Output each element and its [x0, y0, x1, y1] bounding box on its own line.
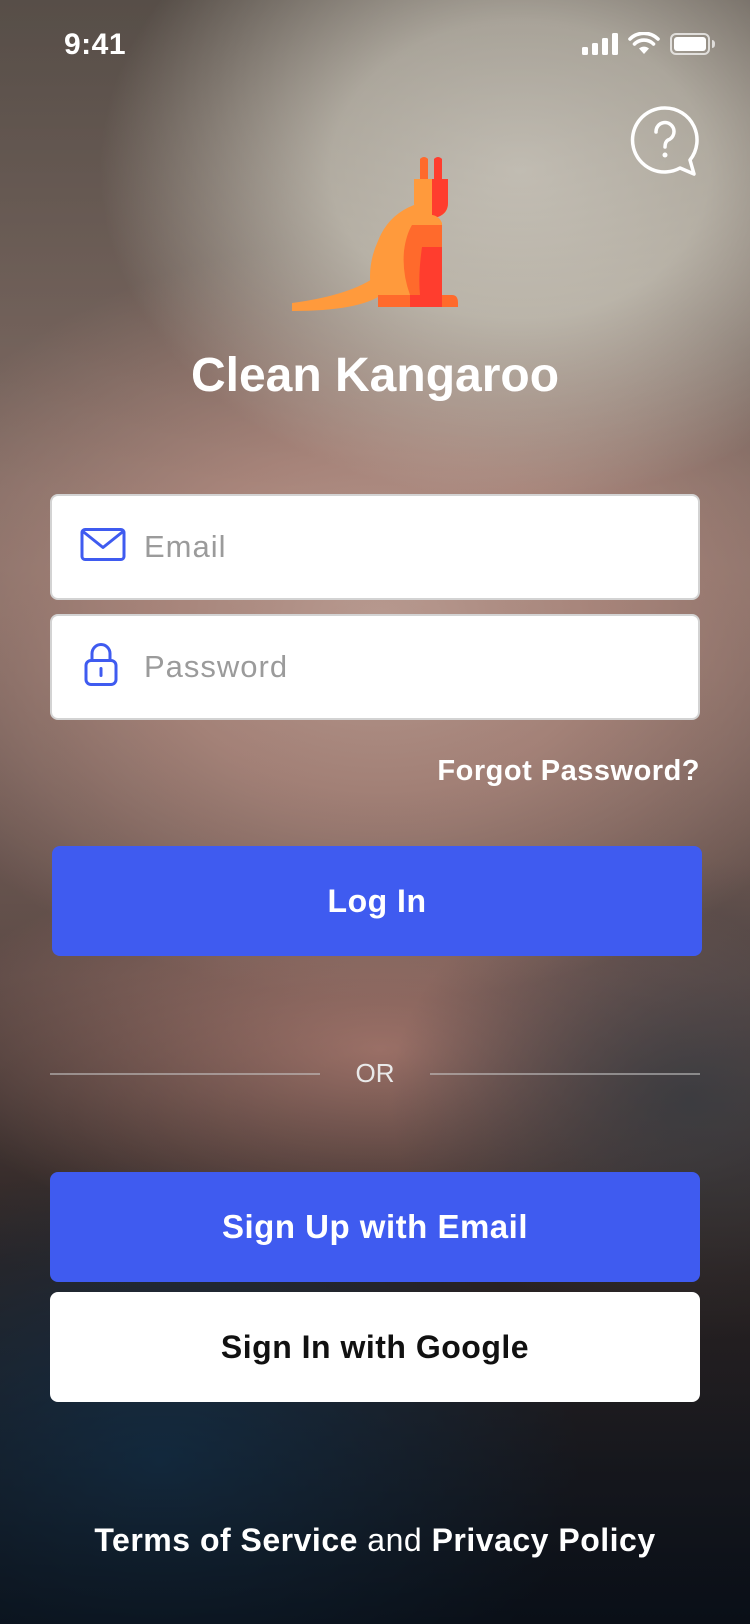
email-field[interactable] — [50, 494, 700, 600]
legal-and-text: and — [367, 1522, 432, 1558]
app-title: Clean Kangaroo — [190, 349, 560, 402]
email-input[interactable] — [144, 496, 678, 598]
google-signin-button[interactable]: Sign In with Google — [50, 1292, 700, 1402]
forgot-password-link[interactable]: Forgot Password? — [437, 755, 700, 788]
signup-email-button[interactable]: Sign Up with Email — [50, 1172, 700, 1282]
signal-icon — [582, 33, 618, 55]
kangaroo-logo — [292, 155, 458, 323]
lock-icon — [84, 643, 118, 692]
legal-links: Terms of Service and Privacy Policy — [0, 1522, 750, 1559]
status-icons — [582, 32, 716, 56]
wifi-icon — [628, 32, 660, 54]
privacy-link[interactable]: Privacy Policy — [432, 1522, 656, 1558]
password-input[interactable] — [144, 616, 678, 718]
help-button[interactable] — [628, 104, 702, 178]
terms-link[interactable]: Terms of Service — [94, 1522, 358, 1558]
password-field[interactable] — [50, 614, 700, 720]
divider-line-right — [430, 1073, 700, 1075]
or-divider: OR — [50, 1058, 700, 1088]
mail-icon — [80, 528, 126, 567]
status-time: 9:41 — [64, 28, 127, 61]
status-bar: 9:41 — [0, 0, 750, 90]
login-button[interactable]: Log In — [52, 846, 702, 956]
help-question-icon — [630, 106, 699, 176]
battery-icon — [670, 33, 715, 55]
